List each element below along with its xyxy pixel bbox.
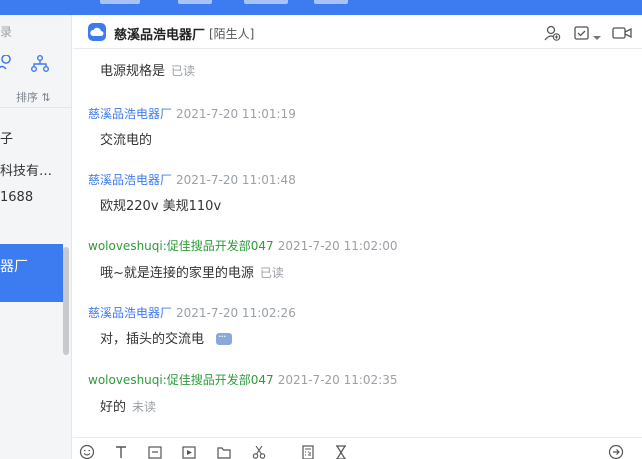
video-icon[interactable] xyxy=(181,444,197,459)
message-body: 对，插头的交流电 xyxy=(100,328,296,349)
message-body: 好的 未读 xyxy=(100,398,398,417)
message-time: 2021-7-20 11:01:48 xyxy=(176,173,296,187)
send-icon[interactable] xyxy=(608,444,624,459)
chevron-down-icon[interactable] xyxy=(275,450,283,459)
screenshot-icon[interactable] xyxy=(147,444,163,459)
top-bar-fragment xyxy=(314,0,348,4)
read-status: 已读 xyxy=(171,64,196,78)
contact-item[interactable]: 子 xyxy=(0,128,13,147)
message-time: 2021-7-20 11:01:19 xyxy=(176,107,296,121)
message-body: 电源规格是 已读 xyxy=(100,62,195,81)
message-item: 慈溪品浩电器厂 2021-7-20 11:01:19 交流电的 xyxy=(88,106,296,150)
message-time: 2021-7-20 11:02:35 xyxy=(277,373,398,387)
sidebar-divider xyxy=(0,107,71,108)
emoji-icon[interactable] xyxy=(79,444,95,459)
sort-button[interactable]: 排序 ⇅ xyxy=(16,89,51,105)
chevron-down-icon[interactable] xyxy=(593,27,601,46)
search-hint[interactable]: 录 xyxy=(0,23,12,40)
message-sender[interactable]: woloveshuqi:促佳搜品开发部047 xyxy=(88,373,274,387)
top-bar-fragment xyxy=(244,0,288,4)
chat-header: 慈溪品浩电器厂 [陌生人] xyxy=(73,15,642,49)
sidebar-icon-row xyxy=(0,54,71,75)
message-body: 交流电的 xyxy=(100,132,296,150)
top-bar-fragment xyxy=(178,0,212,4)
message-item: 慈溪品浩电器厂 2021-7-20 11:01:48 欧规220v 美规110v xyxy=(88,172,296,216)
contacts-icon[interactable] xyxy=(0,54,11,70)
message-text: 对，插头的交流电 xyxy=(100,332,205,347)
more-icon[interactable] xyxy=(216,328,233,346)
folder-icon[interactable] xyxy=(216,444,232,459)
read-status: 已读 xyxy=(259,266,284,280)
contact-item[interactable]: 科技有… xyxy=(0,160,52,179)
sidebar-icons xyxy=(0,54,50,72)
contact-item[interactable]: 1688 xyxy=(0,190,33,205)
message-sender[interactable]: woloveshuqi:促佳搜品开发部047 xyxy=(88,239,274,253)
message-item: 电源规格是 已读 xyxy=(88,50,195,81)
hourglass-icon[interactable] xyxy=(333,444,349,459)
contact-tag: [陌生人] xyxy=(209,27,255,41)
message-text: 交流电的 xyxy=(100,133,153,148)
message-sender[interactable]: 慈溪品浩电器厂 xyxy=(88,107,172,121)
message-meta: 慈溪品浩电器厂 2021-7-20 11:01:19 xyxy=(88,106,296,122)
message-list[interactable]: 电源规格是 已读 慈溪品浩电器厂 2021-7-20 11:01:19 交流电的 慈… xyxy=(73,50,642,436)
message-item: woloveshuqi:促佳搜品开发部047 2021-7-20 11:02:00… xyxy=(88,238,398,283)
message-sender[interactable]: 慈溪品浩电器厂 xyxy=(88,306,172,320)
sidebar-scrollbar[interactable] xyxy=(63,247,69,355)
active-contact-label: 器厂 xyxy=(0,259,28,275)
message-meta: woloveshuqi:促佳搜品开发部047 2021-7-20 11:02:00 xyxy=(88,238,398,254)
scissors-icon[interactable] xyxy=(251,444,267,459)
message-body: 哦~就是连接的家里的电源 已读 xyxy=(100,264,398,283)
add-friend-icon[interactable] xyxy=(543,24,561,46)
video-call-icon[interactable] xyxy=(611,24,635,46)
window-top-bar xyxy=(0,0,642,15)
message-text: 电源规格是 xyxy=(100,64,166,79)
message-meta: woloveshuqi:促佳搜品开发部047 2021-7-20 11:02:35 xyxy=(88,372,398,388)
calculator-icon[interactable] xyxy=(300,444,316,459)
top-bar-fragment xyxy=(100,0,140,4)
message-sender[interactable]: 慈溪品浩电器厂 xyxy=(88,173,172,187)
message-meta: 慈溪品浩电器厂 2021-7-20 11:01:48 xyxy=(88,172,296,188)
message-time: 2021-7-20 11:02:26 xyxy=(176,306,296,320)
contact-name: 慈溪品浩电器厂 xyxy=(114,28,206,43)
org-tree-icon[interactable] xyxy=(31,55,50,72)
message-time: 2021-7-20 11:02:00 xyxy=(277,239,398,253)
input-toolbar xyxy=(73,437,642,459)
message-body: 欧规220v 美规110v xyxy=(100,198,296,216)
message-text: 哦~就是连接的家里的电源 xyxy=(100,266,254,281)
message-meta: 慈溪品浩电器厂 2021-7-20 11:02:26 xyxy=(88,305,296,321)
message-item: 慈溪品浩电器厂 2021-7-20 11:02:26 对，插头的交流电 xyxy=(88,305,296,349)
cloud-icon xyxy=(90,27,104,36)
text-format-icon[interactable] xyxy=(113,444,129,459)
message-text: 好的 xyxy=(100,400,127,415)
message-text: 欧规220v 美规110v xyxy=(100,199,222,214)
contact-avatar[interactable] xyxy=(88,23,106,41)
message-item: woloveshuqi:促佳搜品开发部047 2021-7-20 11:02:35… xyxy=(88,372,398,417)
active-contact-item[interactable]: 器厂 xyxy=(0,244,63,302)
contact-sidebar: 录 排序 ⇅ 子 科技有… 1688 器厂 xyxy=(0,15,72,459)
read-status: 未读 xyxy=(132,400,157,414)
task-check-icon[interactable] xyxy=(573,24,591,46)
